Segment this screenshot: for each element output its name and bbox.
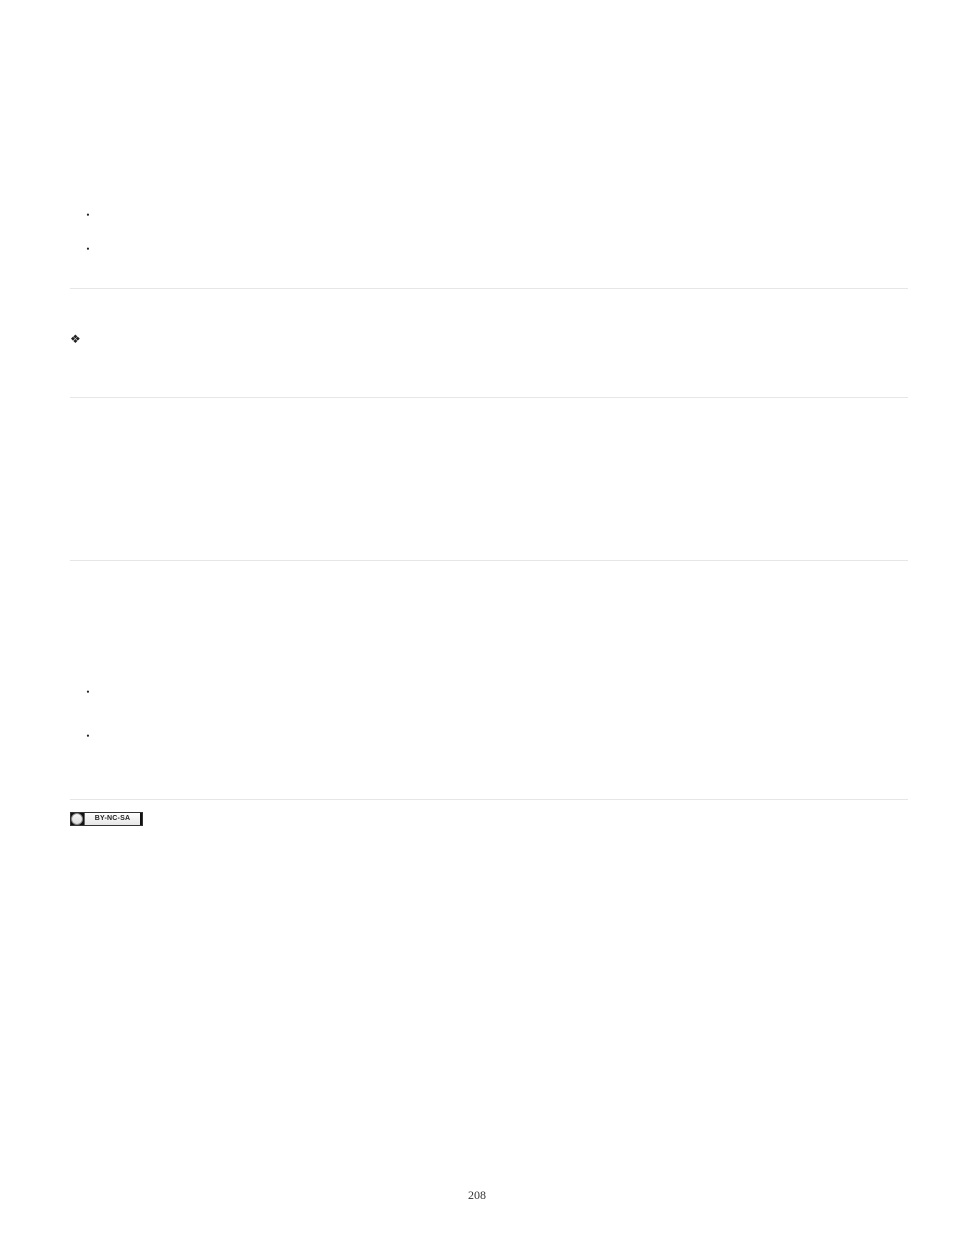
text-line [70, 504, 908, 526]
text-line [70, 601, 908, 623]
divider [70, 560, 908, 561]
divider [70, 288, 908, 289]
page-number: 208 [0, 1188, 954, 1203]
list-item-text [106, 727, 908, 793]
page-content: • • ❖ • [0, 0, 954, 828]
list-item: • [70, 727, 908, 793]
body-text [88, 331, 908, 375]
divider [70, 799, 908, 800]
text-line [88, 331, 908, 353]
bullet-icon: • [70, 727, 106, 743]
text-line [88, 353, 908, 375]
list-item: • [70, 240, 908, 266]
text-line [106, 727, 908, 749]
list-item: • [70, 206, 908, 232]
cc-logo-icon [71, 813, 83, 825]
body-block [70, 416, 908, 526]
text-line [70, 416, 908, 438]
license-block: BY-NC-SA [70, 812, 908, 828]
text-line [70, 460, 908, 482]
text-line [106, 749, 908, 771]
bullet-icon: • [70, 683, 106, 699]
text-line [70, 438, 908, 460]
cc-license-text: BY-NC-SA [84, 813, 140, 825]
diamond-section: ❖ [70, 331, 908, 375]
list-item: • [70, 683, 908, 727]
diamond-icon: ❖ [70, 331, 88, 347]
text-line [106, 771, 908, 793]
bullet-icon: • [70, 240, 106, 256]
bullet-icon: • [70, 206, 106, 222]
text-line [70, 645, 908, 667]
divider [70, 397, 908, 398]
list-item-text [106, 683, 908, 727]
text-line [70, 579, 908, 601]
text-line [70, 482, 908, 504]
text-line [70, 623, 908, 645]
text-line [106, 705, 908, 727]
body-block [70, 579, 908, 667]
cc-license-badge: BY-NC-SA [70, 812, 143, 826]
text-line [106, 683, 908, 705]
